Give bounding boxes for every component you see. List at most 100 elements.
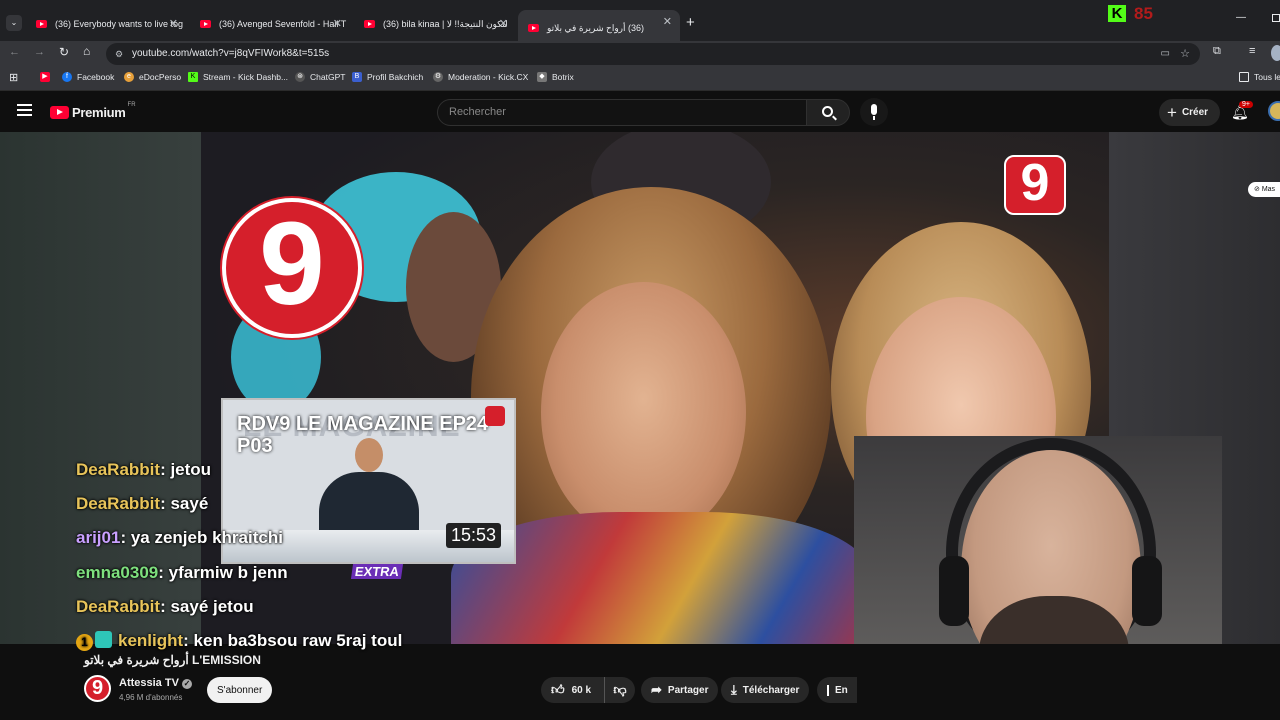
minimize-button[interactable]: — <box>1236 12 1246 23</box>
video-info-section: أرواح شريرة في بلاتو L'EMISSION 9 Attess… <box>0 644 1280 720</box>
bookmark-icon <box>827 684 829 696</box>
youtube-favicon-icon <box>36 20 47 28</box>
bookmark-kick-dashboard[interactable]: K Stream - Kick Dashb... <box>188 72 288 82</box>
extra-tag: EXTRA <box>350 564 404 579</box>
create-button[interactable]: + Créer <box>1159 99 1221 126</box>
watermark-digit: 9 <box>1020 154 1050 212</box>
bookmark-botrix[interactable]: ◆ Botrix <box>537 72 574 82</box>
edocperso-icon: e <box>124 72 134 82</box>
bookmark-youtube[interactable]: ▶ <box>40 72 55 82</box>
bookmark-profil-bakchich[interactable]: B Profil Bakchich <box>352 72 423 82</box>
chat-username: DeaRabbit <box>76 597 161 616</box>
youtube-favicon-icon <box>200 20 211 28</box>
save-label: En <box>835 684 848 696</box>
eye-off-icon: ⊘ <box>1254 186 1260 193</box>
like-count: 60 k <box>571 684 592 696</box>
save-button[interactable]: En <box>817 677 857 703</box>
bookmark-facebook[interactable]: f Facebook <box>62 72 114 82</box>
card-title-line: RDV9 LE MAGAZINE EP24 <box>237 413 489 435</box>
restore-button[interactable] <box>1272 14 1280 22</box>
back-icon[interactable]: ← <box>9 46 20 58</box>
notifications-button[interactable]: 🔔︎ 9+ <box>1231 101 1253 122</box>
browser-toolbar: ← → ↻ ⌂ ⚙ youtube.com/watch?v=j8qVFIWork… <box>0 41 1280 67</box>
voice-search-button[interactable] <box>860 98 888 126</box>
channel-name-text: Attessia TV <box>119 677 179 689</box>
headphone-cup <box>1132 556 1162 626</box>
close-tab-icon[interactable]: ✕ <box>663 15 672 28</box>
youtube-favicon-icon <box>364 20 375 28</box>
browser-tab[interactable]: (36) bila kinaa | لتكون النتيجة!! لا ✕ <box>354 10 516 38</box>
channel-name[interactable]: Attessia TV ✓ <box>119 677 192 689</box>
verified-check-icon: ✓ <box>181 679 192 689</box>
youtube-header: Premium FR Rechercher + Créer 🔔︎ 9+ <box>0 92 1280 132</box>
reading-list-icon[interactable]: ≡ <box>1249 45 1255 57</box>
search-button[interactable] <box>806 99 850 126</box>
chat-badge-icon <box>95 631 112 648</box>
search-input[interactable]: Rechercher <box>437 99 807 126</box>
account-avatar[interactable] <box>1268 101 1280 121</box>
chat-badge: 1 <box>76 634 93 651</box>
chat-username: emna0309 <box>76 563 159 582</box>
new-tab-button[interactable]: + <box>686 14 695 31</box>
bookmark-edocperso[interactable]: e eDocPerso <box>124 72 181 82</box>
chat-message: 1 kenlight: ken ba3bsou raw 5raj toul <box>76 631 402 651</box>
site-info-icon[interactable]: ⚙ <box>115 43 123 65</box>
subscriber-count: 4,96 M d'abonnés <box>119 693 183 702</box>
hide-label: Mas <box>1261 186 1276 193</box>
bookmark-label: Moderation - Kick.CX <box>448 72 529 82</box>
close-tab-icon[interactable]: ✕ <box>499 17 508 30</box>
chat-text: : ken ba3bsou raw 5raj toul <box>183 631 403 650</box>
bookmark-star-icon[interactable]: ☆ <box>1180 43 1190 65</box>
chat-message: DeaRabbit: sayé <box>76 494 208 514</box>
create-label: Créer <box>1181 107 1209 118</box>
address-bar[interactable]: ⚙ youtube.com/watch?v=j8qVFIWork8&t=515s… <box>106 43 1200 65</box>
channel-9-watermark: 9 <box>1004 154 1066 215</box>
dislike-button[interactable]: 👎︎ <box>605 677 635 703</box>
channel-avatar[interactable]: 9 <box>84 675 111 702</box>
forward-icon[interactable]: → <box>34 46 45 58</box>
youtube-favicon-icon <box>528 24 539 32</box>
home-icon[interactable]: ⌂ <box>83 44 90 58</box>
chat-message: DeaRabbit: sayé jetou <box>76 597 254 617</box>
subscribe-button[interactable]: S'abonner <box>207 677 273 703</box>
video-duration: 15:53 <box>446 523 502 548</box>
hide-chat-button[interactable]: ⊘ Mas <box>1248 182 1280 197</box>
bookmark-moderation[interactable]: ⚙ Moderation - Kick.CX <box>433 72 528 82</box>
woman-face <box>541 282 746 542</box>
share-icon: ➦ <box>651 682 662 697</box>
bookmark-label: eDocPerso <box>139 72 182 82</box>
profile-icon[interactable] <box>1271 45 1280 61</box>
tab-search-button[interactable]: ⌄ <box>6 15 22 31</box>
apps-grid-icon[interactable]: ⊞ <box>9 71 18 84</box>
download-label: Télécharger <box>742 684 800 696</box>
url-text: youtube.com/watch?v=j8qVFIWork8&t=515s <box>132 48 330 59</box>
thumbs-down-icon: 👎︎ <box>613 682 627 697</box>
browser-tab[interactable]: (36) Avenged Sevenfold - Hail T ✕ <box>190 10 350 38</box>
video-title: أرواح شريرة في بلاتو L'EMISSION <box>84 653 261 667</box>
chat-text: : ya zenjeb khraitchi <box>120 528 283 547</box>
install-app-icon[interactable]: ▭ <box>1161 43 1170 65</box>
tab-title: (36) Everybody wants to live tog <box>55 19 184 29</box>
like-button[interactable]: 👍︎ 60 k <box>541 677 605 703</box>
reload-icon[interactable]: ↻ <box>59 45 69 59</box>
share-button[interactable]: ➦ Partager <box>641 677 719 703</box>
channel-9-logo-digit: 9 <box>259 198 325 330</box>
notification-badge: 9+ <box>1239 101 1253 108</box>
all-bookmarks-folder[interactable]: Tous le <box>1239 72 1280 82</box>
close-tab-icon[interactable]: ✕ <box>333 17 342 30</box>
chat-text: : jetou <box>160 460 212 479</box>
bookmark-label: Tous le <box>1254 72 1280 82</box>
youtube-premium-logo[interactable]: Premium FR <box>50 102 136 120</box>
chat-username: DeaRabbit <box>76 460 161 479</box>
folder-icon <box>1239 72 1249 82</box>
download-button[interactable]: ⤓ Télécharger <box>721 677 810 703</box>
download-icon: ⤓ <box>731 682 737 697</box>
botrix-icon: ◆ <box>537 72 547 82</box>
extensions-icon[interactable]: ⧉ <box>1213 45 1221 58</box>
chat-message: emna0309: yfarmiw b jenn <box>76 563 288 583</box>
hamburger-menu-icon[interactable] <box>17 104 32 116</box>
bookmark-chatgpt[interactable]: ⊛ ChatGPT <box>295 72 345 82</box>
like-dislike-group: 👍︎ 60 k 👎︎ <box>541 677 635 703</box>
close-tab-icon[interactable]: ✕ <box>169 17 178 30</box>
browser-tab[interactable]: (36) Everybody wants to live tog ✕ <box>26 10 186 38</box>
